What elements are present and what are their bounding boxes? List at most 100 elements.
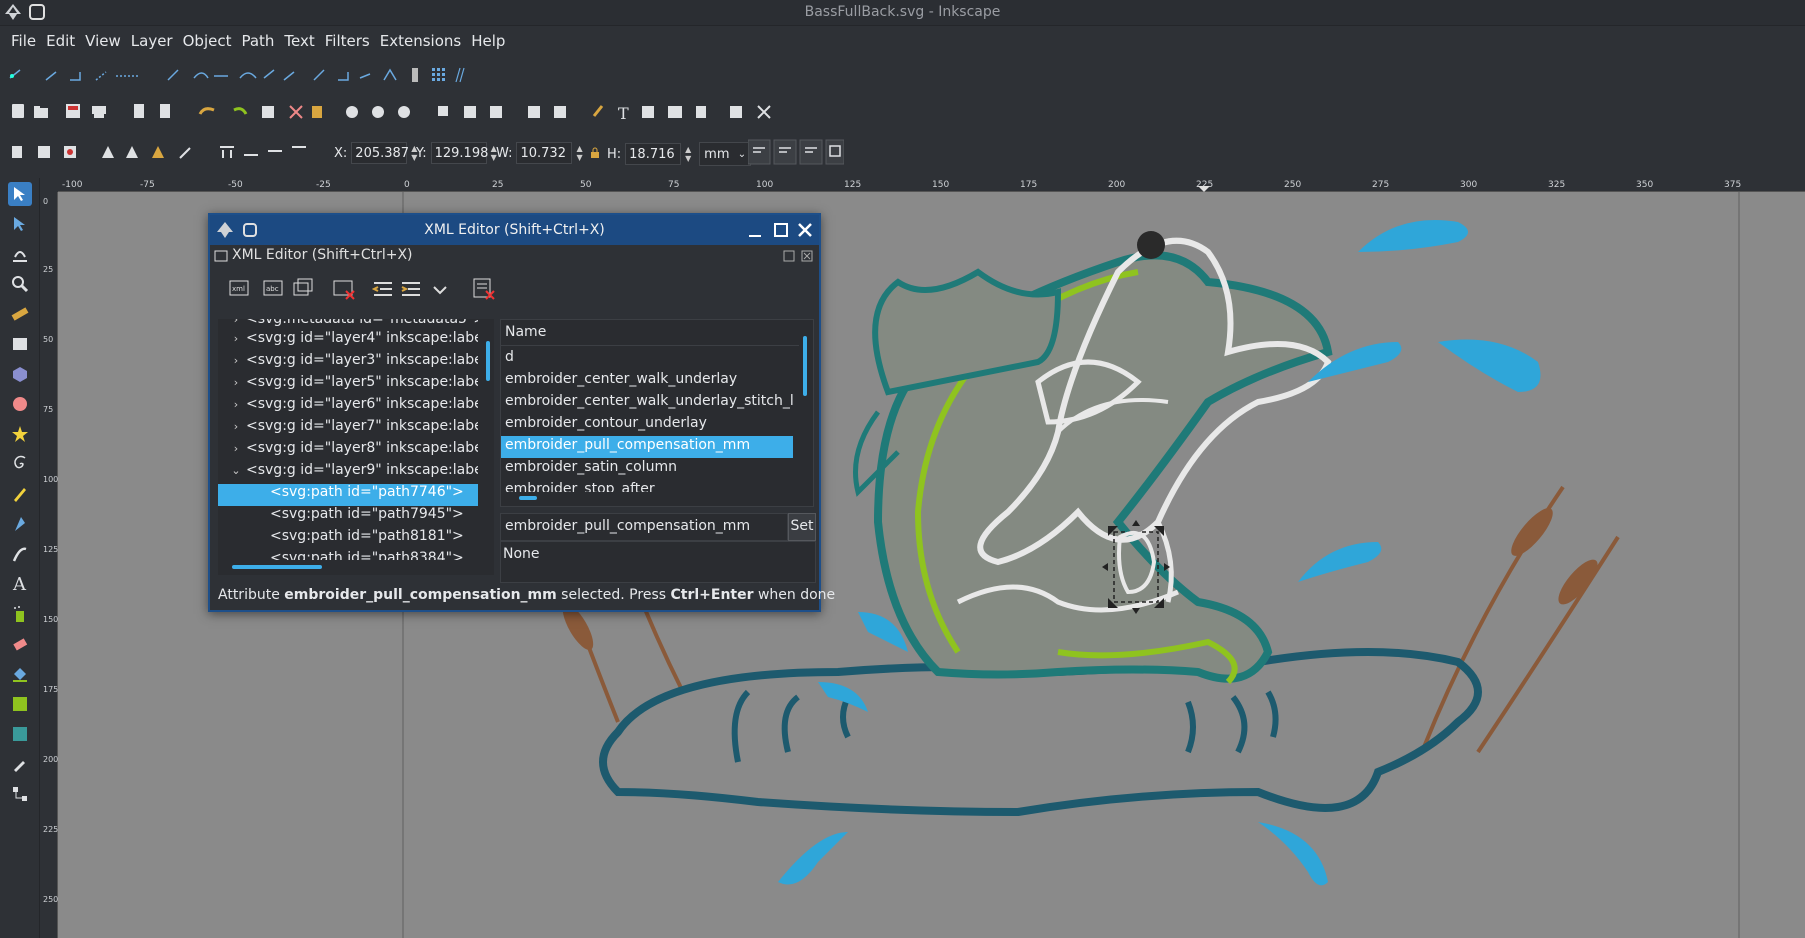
attribute-row[interactable]: d	[501, 348, 793, 370]
tree-node-selected[interactable]: <svg:path id="path7746">	[218, 484, 478, 506]
indent-node-icon[interactable]	[400, 277, 424, 301]
w-input[interactable]: 10.732	[516, 142, 573, 164]
menu-view[interactable]: View	[80, 28, 126, 56]
ellipse-tool-icon[interactable]	[8, 392, 32, 416]
eraser-tool-icon[interactable]	[8, 632, 32, 656]
expand-arrow-icon[interactable]: ›	[226, 420, 246, 433]
node-tree[interactable]: › <svg:metadata id="metadata5"> › <svg:g i…	[218, 319, 494, 575]
menu-path[interactable]: Path	[236, 28, 279, 56]
attribute-row[interactable]: embroider_stop_after	[501, 480, 793, 492]
undock-icon[interactable]	[783, 250, 795, 262]
menu-edit[interactable]: Edit	[41, 28, 80, 56]
menu-filters[interactable]: Filters	[320, 28, 375, 56]
menu-object[interactable]: Object	[178, 28, 237, 56]
attribute-row-selected[interactable]: embroider_pull_compensation_mm	[501, 436, 793, 458]
chevron-down-icon[interactable]	[428, 277, 452, 301]
snap-icons[interactable]	[8, 64, 488, 88]
zoom-tool-icon[interactable]	[8, 272, 32, 296]
expand-arrow-icon[interactable]: ›	[226, 319, 246, 326]
dialog-title-bar[interactable]: XML Editor (Shift+Ctrl+X)	[210, 215, 819, 245]
menu-extensions[interactable]: Extensions	[375, 28, 466, 56]
pen-tool-icon[interactable]	[8, 512, 32, 536]
y-input[interactable]: 129.198	[430, 142, 488, 164]
tree-node[interactable]: <svg:path id="path8384">	[218, 550, 478, 560]
attribute-vertical-scrollbar[interactable]	[801, 324, 809, 484]
node-tool-icon[interactable]	[8, 212, 32, 236]
expand-arrow-icon[interactable]: ›	[226, 398, 246, 411]
close-icon[interactable]	[797, 222, 813, 238]
tree-node[interactable]: <svg:path id="path8181">	[218, 528, 478, 550]
attribute-list[interactable]: Name d embroider_center_walk_underlay em…	[500, 319, 814, 507]
attribute-name-input[interactable]: embroider_pull_compensation_mm	[500, 513, 788, 541]
tree-node-label: <svg:path id="path8384">	[270, 550, 464, 560]
set-button[interactable]: Set	[788, 513, 816, 541]
attribute-value-input[interactable]: None	[500, 541, 816, 583]
ruler-tick-label: 75	[668, 180, 679, 190]
tree-node[interactable]: › <svg:g id="layer5" inkscape:labe	[218, 374, 478, 396]
rectangle-tool-icon[interactable]	[8, 332, 32, 356]
tweak-tool-icon[interactable]	[8, 242, 32, 266]
3d-box-tool-icon[interactable]	[8, 362, 32, 386]
delete-node-icon[interactable]	[332, 277, 356, 301]
gradient-tool-icon[interactable]	[8, 692, 32, 716]
vertical-ruler[interactable]: 0 25 50 75 100 125 150 175 200 225 250	[40, 192, 58, 938]
maximize-icon[interactable]	[773, 222, 789, 238]
tree-node[interactable]: › <svg:g id="layer7" inkscape:labe	[218, 418, 478, 440]
w-spinner-icon[interactable]: ▲ ▼	[576, 144, 586, 162]
new-text-node-icon[interactable]: abc	[262, 277, 286, 301]
lock-icon[interactable]	[590, 147, 600, 159]
duplicate-node-icon[interactable]	[292, 277, 316, 301]
unit-select[interactable]: mm ⌄	[699, 142, 752, 166]
xml-editor-dialog[interactable]: XML Editor (Shift+Ctrl+X) XML Editor (Sh…	[208, 213, 835, 612]
new-element-node-icon[interactable]: xml	[228, 277, 252, 301]
tree-node[interactable]: › <svg:g id="layer3" inkscape:labe	[218, 352, 478, 374]
attribute-row[interactable]: embroider_center_walk_underlay_stitch_le	[501, 392, 793, 414]
attribute-row[interactable]: embroider_contour_underlay	[501, 414, 793, 436]
menu-file[interactable]: File	[6, 28, 41, 56]
tree-horizontal-scrollbar[interactable]	[222, 563, 478, 571]
h-input[interactable]: 18.716	[625, 143, 682, 165]
expand-arrow-icon[interactable]: ›	[226, 332, 246, 345]
tree-node-label: <svg:g id="layer3" inkscape:labe	[246, 352, 478, 368]
connector-tool-icon[interactable]	[8, 782, 32, 806]
collapse-arrow-icon[interactable]: ⌄	[226, 464, 246, 477]
mesh-tool-icon[interactable]	[8, 722, 32, 746]
attribute-row[interactable]: embroider_center_walk_underlay	[501, 370, 793, 392]
selector-option-icons[interactable]	[8, 140, 328, 166]
h-spinner-icon[interactable]: ▲ ▼	[685, 145, 695, 163]
unindent-node-icon[interactable]	[372, 277, 396, 301]
tree-node[interactable]: › <svg:g id="layer4" inkscape:labe	[218, 330, 478, 352]
transform-affect-icons[interactable]	[748, 138, 844, 166]
attribute-column-header[interactable]: Name	[501, 320, 799, 346]
expand-arrow-icon[interactable]: ›	[226, 442, 246, 455]
spray-tool-icon[interactable]	[8, 602, 32, 626]
menu-layer[interactable]: Layer	[126, 28, 178, 56]
menu-help[interactable]: Help	[466, 28, 510, 56]
x-input[interactable]: 205.387	[351, 142, 409, 164]
selection-toolbar: X: 205.387 ▲ ▼ Y: 129.198 ▲ ▼ W: 10.732 ▲ ▼…	[0, 136, 1805, 168]
star-tool-icon[interactable]	[8, 422, 32, 446]
pencil-tool-icon[interactable]	[8, 482, 32, 506]
spiral-tool-icon[interactable]	[8, 452, 32, 476]
attribute-row[interactable]: embroider_satin_column	[501, 458, 793, 480]
command-icons[interactable]: T	[10, 100, 790, 126]
tree-vertical-scrollbar[interactable]	[484, 319, 492, 565]
tree-node[interactable]: ⌄ <svg:g id="layer9" inkscape:labe	[218, 462, 478, 484]
attribute-horizontal-scrollbar[interactable]	[505, 494, 797, 502]
expand-arrow-icon[interactable]: ›	[226, 376, 246, 389]
text-tool-icon[interactable]: A	[8, 572, 32, 596]
tree-node[interactable]: › <svg:g id="layer6" inkscape:labe	[218, 396, 478, 418]
tree-node[interactable]: <svg:path id="path7945">	[218, 506, 478, 528]
close-panel-icon[interactable]	[801, 250, 813, 262]
minimize-icon[interactable]	[747, 223, 763, 239]
delete-attribute-icon[interactable]	[472, 277, 496, 301]
expand-arrow-icon[interactable]: ›	[226, 354, 246, 367]
paint-bucket-tool-icon[interactable]	[8, 662, 32, 686]
horizontal-ruler[interactable]: -100 -75 -50 -25 0 25 50 75 100 125 150 …	[58, 178, 1805, 192]
calligraphy-tool-icon[interactable]	[8, 542, 32, 566]
menu-text[interactable]: Text	[279, 28, 319, 56]
dropper-tool-icon[interactable]	[8, 752, 32, 776]
measure-tool-icon[interactable]	[8, 302, 32, 326]
selector-tool-icon[interactable]	[8, 182, 32, 206]
tree-node[interactable]: › <svg:g id="layer8" inkscape:labe	[218, 440, 478, 462]
